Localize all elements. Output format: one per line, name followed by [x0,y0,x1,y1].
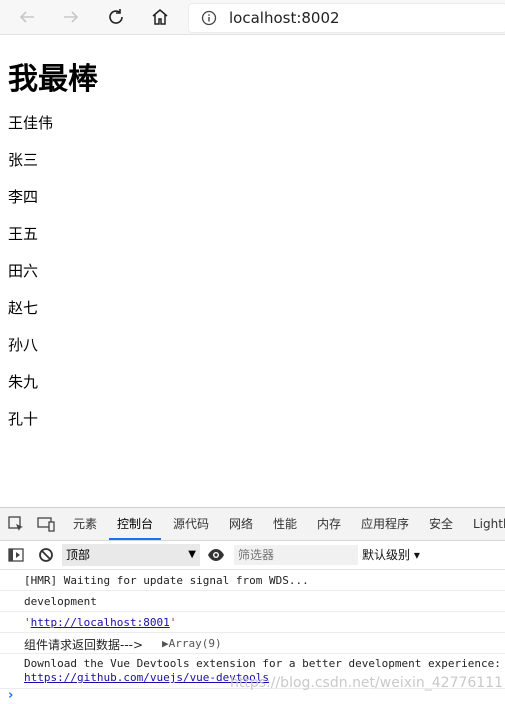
url-text[interactable]: localhost:8002 [229,9,340,27]
tab-sources[interactable]: 源代码 [173,508,209,540]
console-message: [HMR] Waiting for update signal from WDS… [0,570,505,591]
tab-application[interactable]: 应用程序 [361,508,409,540]
tab-memory[interactable]: 内存 [317,508,341,540]
watermark: https://blog.csdn.net/weixin_42776111 [230,675,504,691]
console-toolbar: 顶部 ▼ 默认级别 ▾ [0,541,505,570]
tab-network[interactable]: 网络 [229,508,253,540]
list-item: 孔十 [8,410,39,428]
console-message: 组件请求返回数据---> ▶Array(9) [0,633,505,654]
list-item: 孙八 [8,336,39,354]
browser-toolbar: localhost:8002 [0,0,505,35]
info-icon[interactable] [201,10,217,26]
inspect-element-icon[interactable] [7,515,25,533]
clear-console-icon[interactable] [38,547,54,567]
list-item: 张三 [8,151,39,169]
list-item: 朱九 [8,373,39,391]
back-icon[interactable] [15,5,39,29]
context-label: 顶部 [66,548,91,562]
quote-mark: ' [169,616,177,629]
home-icon[interactable] [148,5,172,29]
quote-mark: ' [24,616,31,629]
log-text: 组件请求返回数据---> [24,638,144,652]
list-item: 赵七 [8,299,39,317]
log-link[interactable]: http://localhost:8001 [31,616,170,629]
log-string: 'http://localhost:8001' [24,616,176,629]
filter-input[interactable] [234,545,358,565]
log-text: [HMR] Waiting for update signal from WDS… [24,574,309,587]
log-text: development [24,595,97,608]
list-item: 李四 [8,188,39,206]
context-select[interactable]: 顶部 ▼ [62,544,200,566]
list-item: 王佳伟 [8,114,54,132]
tab-performance[interactable]: 性能 [273,508,297,540]
log-level-select[interactable]: 默认级别 ▾ [362,541,420,569]
eye-icon[interactable] [207,547,225,567]
refresh-icon[interactable] [104,5,128,29]
list-item: 王五 [8,225,39,243]
tab-lighthouse[interactable]: Lighth [473,508,505,540]
list-item: 田六 [8,262,39,280]
tab-console[interactable]: 控制台 [109,508,162,540]
device-toolbar-icon[interactable] [37,515,55,533]
tab-elements[interactable]: 元素 [73,508,97,540]
chevron-down-icon: ▼ [188,549,196,560]
console-prompt[interactable]: › [8,688,13,703]
address-bar[interactable]: localhost:8002 [188,3,505,33]
page-title: 我最棒 [8,62,98,97]
devtools-panel: 元素 控制台 源代码 网络 性能 内存 应用程序 安全 Lighth 顶部 ▼ … [0,507,505,704]
sidebar-toggle-icon[interactable] [8,547,24,567]
tab-security[interactable]: 安全 [429,508,453,540]
array-toggle[interactable]: ▶Array(9) [162,637,222,650]
page-content: 我最棒 王佳伟 张三 李四 王五 田六 赵七 孙八 朱九 孔十 [8,44,498,445]
log-text: Download the Vue Devtools extension for … [24,657,501,670]
console-message: development [0,591,505,612]
console-message: 'http://localhost:8001' [0,612,505,633]
forward-icon[interactable] [59,5,83,29]
devtools-tab-bar: 元素 控制台 源代码 网络 性能 内存 应用程序 安全 Lighth [0,508,505,541]
